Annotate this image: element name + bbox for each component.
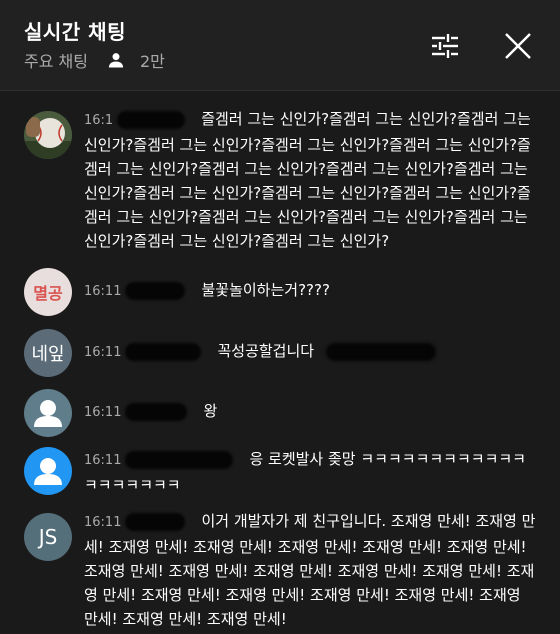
sliders-icon [432, 34, 458, 58]
close-button[interactable] [498, 26, 538, 66]
avatar[interactable] [24, 389, 72, 437]
message-time: 16:11 [84, 345, 122, 360]
avatar[interactable]: JS [24, 513, 72, 561]
message-text: 불꽃놀이하는거???? [201, 281, 330, 299]
chat-mode-selector[interactable]: 주요 채팅 [24, 48, 88, 72]
message-text: 왕 [203, 402, 218, 420]
avatar[interactable] [24, 447, 72, 495]
message-time: 16:11 [84, 453, 122, 468]
message-time: 16:11 [84, 284, 122, 299]
chat-mode-row: 주요 채팅 2만 [24, 48, 165, 72]
chat-message-list[interactable]: 16:1 즐겜러 그는 신인가?즐겜러 그는 신인가?즐겜러 그는 신인가?즐겜러… [0, 91, 560, 634]
message-time: 16:1 [84, 113, 114, 128]
filter-button[interactable] [425, 26, 465, 66]
author-name-redacted[interactable] [125, 450, 234, 469]
author-name-redacted[interactable] [125, 281, 186, 300]
chat-header: 실시간 채팅 주요 채팅 2만 [0, 0, 560, 91]
person-icon [108, 53, 124, 68]
message-text: 즐겜러 그는 신인가?즐겜러 그는 신인가?즐겜러 그는 신인가?즐겜러 그는 … [84, 110, 531, 250]
default-user-icon [34, 458, 62, 485]
message-time: 16:11 [84, 515, 122, 530]
avatar-initials: 네잎 [31, 344, 65, 365]
redacted-text [326, 342, 437, 361]
avatar-initials: JS [38, 525, 58, 549]
author-name-redacted[interactable] [125, 512, 186, 531]
avatar[interactable]: 네잎 [24, 329, 72, 377]
viewer-count: 2만 [139, 52, 165, 71]
message-text: 꼭성공할겁니다 [217, 342, 315, 360]
avatar[interactable]: 멸공 [24, 268, 72, 316]
author-name-redacted[interactable] [125, 402, 188, 421]
avatar-initials: 멸공 [33, 284, 63, 303]
chat-title: 실시간 채팅 [24, 20, 126, 44]
author-name-redacted[interactable] [125, 342, 202, 361]
message-time: 16:11 [84, 405, 122, 420]
default-user-icon [34, 400, 62, 427]
baseball-photo-avatar-icon [24, 111, 72, 159]
avatar[interactable] [24, 111, 72, 159]
author-name-redacted[interactable] [117, 110, 186, 129]
close-icon [505, 33, 531, 59]
